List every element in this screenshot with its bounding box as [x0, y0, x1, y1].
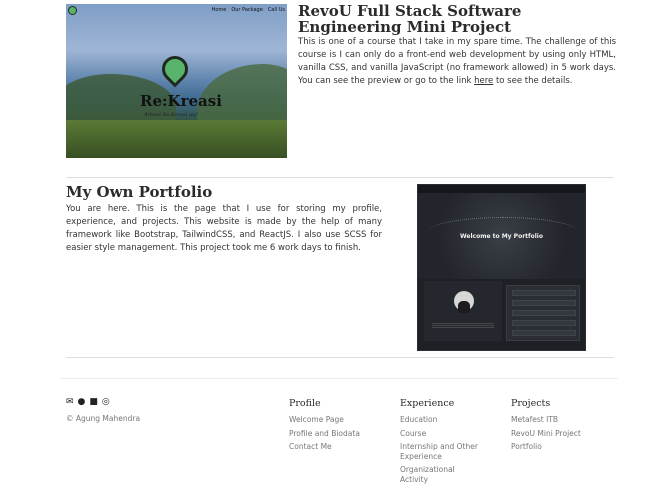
footer-column-title: Experience [400, 398, 455, 409]
preview-nav: Home Our Package Call Us [212, 7, 285, 13]
rekreasi-logo-icon [68, 6, 77, 15]
footer-column-profile: Profile Welcome Page Profile and Biodata… [289, 398, 371, 456]
grass-shape [66, 120, 287, 158]
preview-navbar [418, 185, 585, 193]
project-description: You are here. This is the page that I us… [66, 204, 382, 253]
footer-column-title: Profile [289, 398, 321, 409]
particle-wave [428, 217, 578, 247]
section-divider [66, 357, 614, 358]
project-title: My Own Portfolio [66, 183, 213, 201]
project-details-link[interactable]: here [474, 76, 493, 86]
map-pin-icon [156, 50, 194, 88]
linkedin-icon[interactable]: ■ [89, 398, 98, 407]
preview-brand: Re:Kreasi [140, 92, 222, 110]
portfolio-preview-image[interactable]: Welcome to My Portfolio [417, 184, 586, 351]
project-description: This is one of a course that I take in m… [298, 36, 616, 88]
preview-profile-card [424, 281, 502, 341]
revou-project-preview-image[interactable]: Home Our Package Call Us Re:Kreasi Arban… [66, 4, 287, 158]
footer-link[interactable]: Course [400, 429, 482, 439]
preview-row [512, 310, 576, 316]
footer-link[interactable]: Education [400, 415, 482, 425]
preview-skills-card [506, 285, 580, 341]
project-title: RevoU Full Stack Software Engineering Mi… [298, 2, 522, 36]
footer-link[interactable]: Metafest ITB [511, 415, 593, 425]
preview-tagline: Arbani Re:Kreasi wa! [144, 112, 199, 118]
whatsapp-icon[interactable]: ◎ [102, 398, 110, 407]
preview-hero-title: Welcome to My Portfolio [460, 233, 543, 240]
footer-link[interactable]: Welcome Page [289, 415, 371, 425]
copyright-text: © Agung Mahendra [66, 414, 141, 423]
section-divider [66, 177, 614, 178]
preview-row [512, 330, 576, 336]
footer-link[interactable]: Organizational Activity [400, 465, 482, 484]
preview-text-lines [432, 323, 494, 329]
footer-column-title: Projects [511, 398, 551, 409]
footer-divider [60, 378, 618, 379]
avatar-body [458, 301, 470, 313]
preview-nav-item: Home [211, 7, 227, 13]
footer-link[interactable]: Contact Me [289, 442, 371, 452]
preview-nav-item: Call Us [267, 7, 285, 13]
footer-link[interactable]: Internship and Other Experience [400, 442, 482, 461]
footer-link[interactable]: RevoU Mini Project [511, 429, 593, 439]
preview-row [512, 290, 576, 296]
github-icon[interactable]: ● [78, 398, 86, 407]
preview-hero: Welcome to My Portfolio [418, 193, 585, 279]
social-icons: ✉ ● ■ ◎ [66, 398, 110, 407]
preview-nav-item: Our Package [231, 7, 263, 13]
preview-row [512, 320, 576, 326]
footer-link[interactable]: Portfolio [511, 442, 593, 452]
footer-column-projects: Projects Metafest ITB RevoU Mini Project… [511, 398, 593, 456]
preview-row [512, 300, 576, 306]
footer-link[interactable]: Profile and Biodata [289, 429, 371, 439]
mail-icon[interactable]: ✉ [66, 398, 74, 407]
description-text: to see the details. [493, 76, 573, 86]
footer-column-experience: Experience Education Course Internship a… [400, 398, 482, 488]
